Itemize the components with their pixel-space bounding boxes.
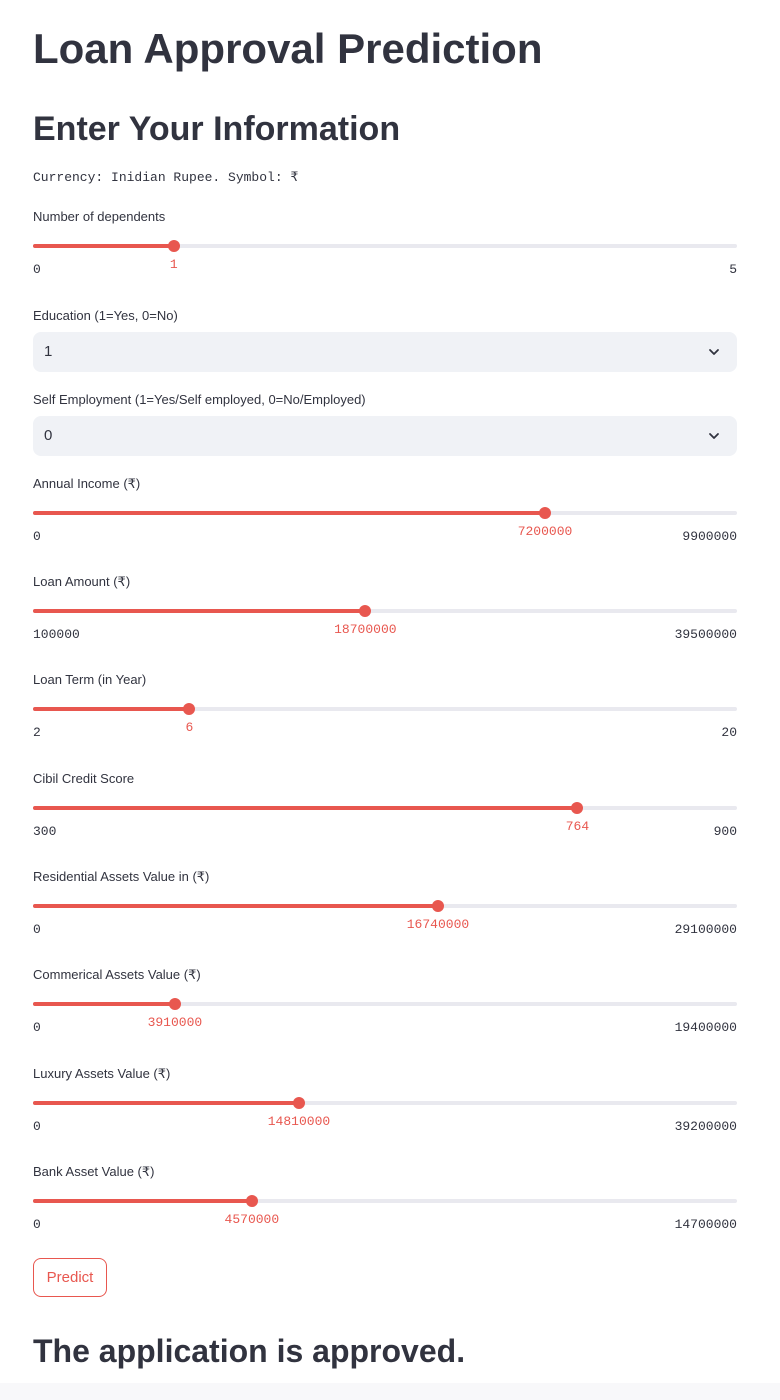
loan-term-max-label: 20 bbox=[721, 725, 737, 740]
commercial-assets-max-label: 19400000 bbox=[674, 1020, 737, 1035]
annual-income-slider-value: 7200000 bbox=[517, 524, 573, 539]
bank-assets-slider-value: 4570000 bbox=[224, 1212, 280, 1227]
luxury-assets-label: Luxury Assets Value (₹) bbox=[33, 1066, 171, 1081]
bank-assets-min-label: 0 bbox=[33, 1217, 41, 1232]
luxury-assets-slider-track[interactable]: 14810000 bbox=[33, 1097, 737, 1129]
bank-assets-slider-thumb[interactable] bbox=[245, 1195, 258, 1207]
cibil-score-slider-block: Cibil Credit Score 764 300 900 bbox=[33, 771, 737, 841]
chevron-down-icon bbox=[709, 349, 719, 355]
luxury-assets-slider-thumb[interactable] bbox=[292, 1097, 305, 1109]
loan-amount-slider-thumb[interactable] bbox=[359, 605, 372, 617]
self-employment-select[interactable]: 0 bbox=[33, 416, 737, 456]
self-employment-select-block: Self Employment (1=Yes/Self employed, 0=… bbox=[33, 392, 737, 464]
residential-assets-slider-thumb[interactable] bbox=[431, 900, 444, 912]
loan-term-slider-fill bbox=[33, 707, 190, 711]
annual-income-max-label: 9900000 bbox=[682, 529, 737, 544]
cibil-score-max-label: 900 bbox=[713, 824, 737, 839]
loan-amount-min-label: 100000 bbox=[33, 627, 80, 642]
commercial-assets-label: Commerical Assets Value (₹) bbox=[33, 967, 201, 982]
bank-assets-slider-fill bbox=[33, 1199, 252, 1203]
residential-assets-slider-value: 16740000 bbox=[406, 917, 470, 932]
residential-assets-slider-track[interactable]: 16740000 bbox=[33, 900, 737, 932]
luxury-assets-max-label: 39200000 bbox=[674, 1119, 737, 1134]
loan-amount-max-label: 39500000 bbox=[674, 627, 737, 642]
commercial-assets-slider-value: 3910000 bbox=[147, 1015, 203, 1030]
loan-amount-slider-block: Loan Amount (₹) 18700000 100000 39500000 bbox=[33, 574, 737, 644]
loan-amount-slider-fill bbox=[33, 609, 366, 613]
luxury-assets-slider-fill bbox=[33, 1101, 299, 1105]
footer-band bbox=[0, 1383, 780, 1400]
commercial-assets-slider-fill bbox=[33, 1002, 175, 1006]
self-employment-selected-value: 0 bbox=[44, 427, 53, 444]
annual-income-slider-thumb[interactable] bbox=[539, 507, 551, 519]
bank-assets-max-label: 14700000 bbox=[674, 1217, 737, 1232]
cibil-score-label: Cibil Credit Score bbox=[33, 771, 135, 786]
loan-amount-label: Loan Amount (₹) bbox=[33, 574, 131, 589]
loan-term-slider-track[interactable]: 6 bbox=[33, 703, 737, 735]
cibil-score-slider-track[interactable]: 764 bbox=[33, 802, 737, 834]
chevron-down-icon bbox=[709, 433, 719, 439]
residential-assets-max-label: 29100000 bbox=[674, 922, 737, 937]
loan-term-slider-thumb[interactable] bbox=[183, 703, 196, 715]
luxury-assets-min-label: 0 bbox=[33, 1119, 41, 1134]
annual-income-min-label: 0 bbox=[33, 529, 41, 544]
loan-term-label: Loan Term (in Year) bbox=[33, 672, 147, 687]
residential-assets-label: Residential Assets Value in (₹) bbox=[33, 869, 210, 884]
annual-income-label: Annual Income (₹) bbox=[33, 476, 141, 491]
luxury-assets-slider-value: 14810000 bbox=[267, 1114, 331, 1129]
education-select-block: Education (1=Yes, 0=No) 1 bbox=[33, 308, 737, 380]
residential-assets-slider-fill bbox=[33, 904, 438, 908]
bank-assets-slider-block: Bank Asset Value (₹) 4570000 0 14700000 bbox=[33, 1164, 737, 1234]
self-employment-label: Self Employment (1=Yes/Self employed, 0=… bbox=[33, 392, 366, 407]
annual-income-slider-fill bbox=[33, 511, 545, 515]
loan-amount-slider-track[interactable]: 18700000 bbox=[33, 605, 737, 637]
commercial-assets-slider-thumb[interactable] bbox=[168, 998, 181, 1010]
annual-income-slider-block: Annual Income (₹) 7200000 0 9900000 bbox=[33, 476, 737, 546]
cibil-score-slider-fill bbox=[33, 806, 578, 810]
cibil-score-slider-value: 764 bbox=[565, 819, 590, 834]
dependents-slider-block: Number of dependents 1 0 5 bbox=[33, 209, 737, 279]
predict-button[interactable]: Predict bbox=[33, 1258, 107, 1297]
commercial-assets-slider-block: Commerical Assets Value (₹) 3910000 0 19… bbox=[33, 967, 737, 1037]
education-select[interactable]: 1 bbox=[33, 332, 737, 372]
loan-amount-slider-value: 18700000 bbox=[334, 622, 397, 637]
cibil-score-slider-thumb[interactable] bbox=[571, 802, 584, 814]
dependents-slider-thumb[interactable] bbox=[167, 240, 180, 252]
dependents-label: Number of dependents bbox=[33, 209, 166, 224]
loan-term-slider-value: 6 bbox=[185, 720, 194, 735]
dependents-slider-value: 1 bbox=[169, 257, 178, 272]
commercial-assets-slider-track[interactable]: 3910000 bbox=[33, 998, 737, 1030]
prediction-result: The application is approved. bbox=[33, 1333, 466, 1369]
section-subtitle: Enter Your Information bbox=[33, 110, 401, 148]
dependents-slider-fill bbox=[33, 244, 174, 248]
bank-assets-slider-track[interactable]: 4570000 bbox=[33, 1195, 737, 1227]
cibil-score-min-label: 300 bbox=[33, 824, 57, 839]
annual-income-slider-track[interactable]: 7200000 bbox=[33, 507, 737, 539]
dependents-max-label: 5 bbox=[729, 262, 737, 277]
loan-term-slider-block: Loan Term (in Year) 6 2 20 bbox=[33, 672, 737, 742]
bank-assets-label: Bank Asset Value (₹) bbox=[33, 1164, 155, 1179]
dependents-slider-track[interactable]: 1 bbox=[33, 240, 737, 272]
residential-assets-slider-block: Residential Assets Value in (₹) 16740000… bbox=[33, 869, 737, 939]
page-title: Loan Approval Prediction bbox=[33, 25, 543, 72]
education-selected-value: 1 bbox=[44, 343, 53, 360]
loan-term-min-label: 2 bbox=[33, 725, 41, 740]
residential-assets-min-label: 0 bbox=[33, 922, 41, 937]
luxury-assets-slider-block: Luxury Assets Value (₹) 14810000 0 39200… bbox=[33, 1066, 737, 1136]
commercial-assets-min-label: 0 bbox=[33, 1020, 41, 1035]
dependents-min-label: 0 bbox=[33, 262, 41, 277]
currency-note: Currency: Inidian Rupee. Symbol: ₹ bbox=[33, 170, 299, 185]
education-label: Education (1=Yes, 0=No) bbox=[33, 308, 178, 323]
